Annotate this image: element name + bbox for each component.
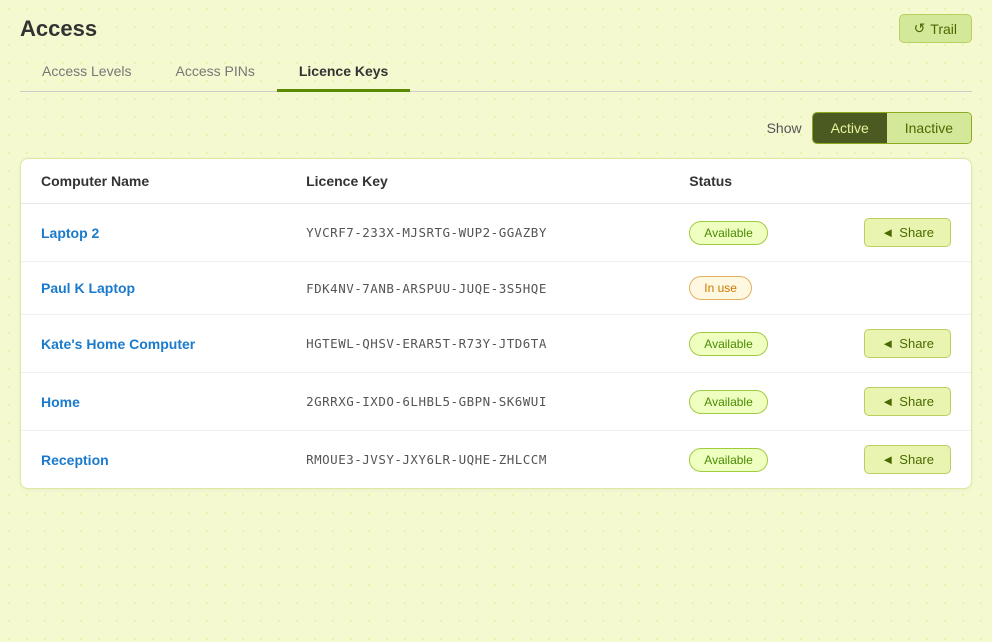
cell-licence-key: FDK4NV-7ANB-ARSPUU-JUQE-3S5HQE — [286, 262, 669, 315]
computer-name-link[interactable]: Reception — [41, 452, 109, 468]
cell-status: Available — [669, 204, 831, 262]
table-header: Computer Name Licence Key Status — [21, 159, 971, 204]
share-icon: ◄ — [881, 336, 894, 351]
cell-action — [831, 262, 971, 315]
tab-access-pins[interactable]: Access PINs — [153, 53, 276, 92]
table-body: Laptop 2 YVCRF7-233X-MJSRTG-WUP2-GGAZBY Av… — [21, 204, 971, 489]
share-icon: ◄ — [881, 452, 894, 467]
computer-name-link[interactable]: Paul K Laptop — [41, 280, 135, 296]
cell-computer-name: Laptop 2 — [21, 204, 286, 262]
licence-key-value: 2GRRXG-IXDO-6LHBL5-GBPN-SK6WUI — [306, 394, 547, 409]
share-button[interactable]: ◄ Share — [864, 387, 951, 416]
cell-action: ◄ Share — [831, 204, 971, 262]
cell-action: ◄ Share — [831, 431, 971, 489]
licence-key-value: FDK4NV-7ANB-ARSPUU-JUQE-3S5HQE — [306, 281, 547, 296]
tab-access-levels[interactable]: Access Levels — [20, 53, 153, 92]
col-header-actions — [831, 159, 971, 204]
cell-status: Available — [669, 315, 831, 373]
share-icon: ◄ — [881, 225, 894, 240]
cell-status: In use — [669, 262, 831, 315]
cell-licence-key: YVCRF7-233X-MJSRTG-WUP2-GGAZBY — [286, 204, 669, 262]
col-header-status: Status — [669, 159, 831, 204]
table-header-row: Computer Name Licence Key Status — [21, 159, 971, 204]
table-row: Kate's Home Computer HGTEWL-QHSV-ERAR5T-R… — [21, 315, 971, 373]
cell-licence-key: HGTEWL-QHSV-ERAR5T-R73Y-JTD6TA — [286, 315, 669, 373]
cell-action: ◄ Share — [831, 373, 971, 431]
share-icon: ◄ — [881, 394, 894, 409]
show-bar: Show Active Inactive — [20, 112, 972, 144]
toggle-inactive-button[interactable]: Inactive — [887, 113, 971, 143]
cell-licence-key: RMOUE3-JVSY-JXY6LR-UQHE-ZHLCCM — [286, 431, 669, 489]
licence-key-value: HGTEWL-QHSV-ERAR5T-R73Y-JTD6TA — [306, 336, 547, 351]
trail-icon: ↺ — [914, 20, 926, 37]
cell-computer-name: Reception — [21, 431, 286, 489]
col-header-licence-key: Licence Key — [286, 159, 669, 204]
share-button[interactable]: ◄ Share — [864, 329, 951, 358]
computer-name-link[interactable]: Kate's Home Computer — [41, 336, 195, 352]
cell-action: ◄ Share — [831, 315, 971, 373]
tab-licence-keys[interactable]: Licence Keys — [277, 53, 411, 92]
cell-status: Available — [669, 431, 831, 489]
status-badge: Available — [689, 221, 767, 245]
share-button[interactable]: ◄ Share — [864, 218, 951, 247]
table-row: Reception RMOUE3-JVSY-JXY6LR-UQHE-ZHLCCM A… — [21, 431, 971, 489]
share-button[interactable]: ◄ Share — [864, 445, 951, 474]
show-toggle-group: Active Inactive — [812, 112, 972, 144]
computer-name-link[interactable]: Home — [41, 394, 80, 410]
licence-key-value: YVCRF7-233X-MJSRTG-WUP2-GGAZBY — [306, 225, 547, 240]
cell-computer-name: Paul K Laptop — [21, 262, 286, 315]
trail-label: Trail — [930, 21, 957, 37]
licence-key-value: RMOUE3-JVSY-JXY6LR-UQHE-ZHLCCM — [306, 452, 547, 467]
tabs-container: Access Levels Access PINs Licence Keys — [20, 53, 972, 92]
cell-computer-name: Home — [21, 373, 286, 431]
toggle-active-button[interactable]: Active — [813, 113, 887, 143]
col-header-computer-name: Computer Name — [21, 159, 286, 204]
page-header: Access ↺ Trail — [20, 14, 972, 43]
status-badge: In use — [689, 276, 752, 300]
trail-button[interactable]: ↺ Trail — [899, 14, 972, 43]
cell-licence-key: 2GRRXG-IXDO-6LHBL5-GBPN-SK6WUI — [286, 373, 669, 431]
licence-keys-table: Computer Name Licence Key Status Laptop … — [21, 159, 971, 488]
computer-name-link[interactable]: Laptop 2 — [41, 225, 99, 241]
status-badge: Available — [689, 332, 767, 356]
table-row: Home 2GRRXG-IXDO-6LHBL5-GBPN-SK6WUI Availa… — [21, 373, 971, 431]
cell-computer-name: Kate's Home Computer — [21, 315, 286, 373]
cell-status: Available — [669, 373, 831, 431]
table-row: Paul K Laptop FDK4NV-7ANB-ARSPUU-JUQE-3S5… — [21, 262, 971, 315]
status-badge: Available — [689, 390, 767, 414]
table-row: Laptop 2 YVCRF7-233X-MJSRTG-WUP2-GGAZBY Av… — [21, 204, 971, 262]
show-label: Show — [767, 120, 802, 136]
licence-keys-table-container: Computer Name Licence Key Status Laptop … — [20, 158, 972, 489]
page-title: Access — [20, 16, 97, 42]
status-badge: Available — [689, 448, 767, 472]
